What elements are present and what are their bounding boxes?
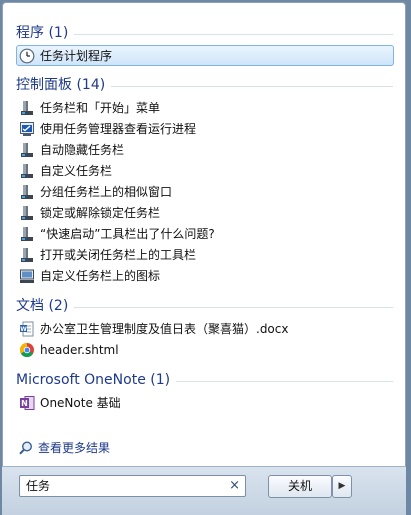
section-header: Microsoft OneNote (1) — [16, 370, 393, 392]
taskbar-icon — [21, 247, 33, 262]
see-more-results-link[interactable]: 查看更多结果 — [18, 440, 110, 456]
clear-search-icon[interactable]: × — [229, 477, 240, 494]
section-documents: 文档 (2) W 办公室卫生管理制度及值日表（聚喜猫）.docx header.… — [3, 296, 405, 360]
result-item-task-scheduler[interactable]: 任务计划程序 — [16, 45, 394, 66]
taskbar-icon — [21, 100, 33, 115]
result-item-onenote-basics[interactable]: N OneNote 基础 — [16, 392, 394, 413]
section-title-onenote[interactable]: Microsoft OneNote (1) — [16, 370, 177, 390]
section-programs: 程序 (1) 任务计划程序 — [3, 23, 405, 66]
shutdown-options-arrow-icon[interactable]: ▶ — [332, 475, 352, 498]
taskbar-icon — [21, 142, 33, 157]
monitor-icon — [20, 269, 34, 283]
section-header: 程序 (1) — [16, 23, 393, 45]
section-header: 控制面板 (14) — [16, 75, 393, 97]
section-title-control-panel[interactable]: 控制面板 (14) — [16, 75, 112, 95]
result-item-toggle-toolbars[interactable]: 打开或关闭任务栏上的工具栏 — [16, 244, 394, 265]
start-menu-bottom-bar: × 关机 ▶ — [2, 466, 406, 515]
result-item-customize-taskbar[interactable]: 自定义任务栏 — [16, 160, 394, 181]
result-label: 办公室卫生管理制度及值日表（聚喜猫）.docx — [40, 321, 289, 336]
result-label: “快速启动”工具栏出了什么问题? — [40, 226, 215, 241]
result-item-quick-launch[interactable]: “快速启动”工具栏出了什么问题? — [16, 223, 394, 244]
section-onenote: Microsoft OneNote (1) N OneNote 基础 — [3, 370, 405, 413]
search-icon — [19, 441, 33, 455]
result-label: 自动隐藏任务栏 — [40, 142, 125, 157]
word-doc-icon: W — [20, 321, 34, 336]
result-item-auto-hide-taskbar[interactable]: 自动隐藏任务栏 — [16, 139, 394, 160]
shutdown-button[interactable]: 关机 — [268, 475, 332, 498]
task-manager-icon — [20, 121, 34, 136]
section-header: 文档 (2) — [16, 296, 393, 318]
svg-text:N: N — [21, 399, 28, 408]
start-menu-search-results: 程序 (1) 任务计划程序 控制面板 (14) 任务栏和「开始」菜单 使用任务管… — [2, 2, 406, 467]
search-box[interactable]: × — [19, 475, 246, 497]
chrome-icon — [19, 342, 34, 357]
result-item-taskbar-start-menu[interactable]: 任务栏和「开始」菜单 — [16, 97, 394, 118]
search-input[interactable] — [26, 477, 216, 494]
result-label: 打开或关闭任务栏上的工具栏 — [40, 247, 197, 262]
result-label: 任务计划程序 — [40, 48, 113, 63]
section-control-panel: 控制面板 (14) 任务栏和「开始」菜单 使用任务管理器查看运行进程 自动隐藏任… — [3, 75, 405, 286]
result-item-group-similar-windows[interactable]: 分组任务栏上的相似窗口 — [16, 181, 394, 202]
result-label: 锁定或解除锁定任务栏 — [40, 205, 161, 220]
result-label: header.shtml — [40, 342, 119, 357]
section-title-programs[interactable]: 程序 (1) — [16, 23, 75, 43]
svg-text:W: W — [20, 326, 27, 333]
taskbar-icon — [21, 163, 33, 178]
result-label: 使用任务管理器查看运行进程 — [40, 121, 197, 136]
result-label: 任务栏和「开始」菜单 — [40, 100, 161, 115]
clock-icon — [19, 48, 35, 63]
taskbar-icon — [21, 205, 33, 220]
result-item-task-manager[interactable]: 使用任务管理器查看运行进程 — [16, 118, 394, 139]
taskbar-icon — [21, 226, 33, 241]
result-item-lock-taskbar[interactable]: 锁定或解除锁定任务栏 — [16, 202, 394, 223]
taskbar-icon — [21, 184, 33, 199]
result-label: 自定义任务栏上的图标 — [40, 268, 161, 283]
result-item-docx[interactable]: W 办公室卫生管理制度及值日表（聚喜猫）.docx — [16, 318, 394, 339]
section-title-documents[interactable]: 文档 (2) — [16, 296, 75, 316]
result-label: OneNote 基础 — [40, 395, 121, 410]
result-item-customize-taskbar-icons[interactable]: 自定义任务栏上的图标 — [16, 265, 394, 286]
see-more-results-label: 查看更多结果 — [38, 441, 111, 455]
result-label: 自定义任务栏 — [40, 163, 113, 178]
result-label: 分组任务栏上的相似窗口 — [40, 184, 173, 199]
onenote-icon: N — [20, 395, 35, 410]
result-item-header-shtml[interactable]: header.shtml — [16, 339, 394, 360]
